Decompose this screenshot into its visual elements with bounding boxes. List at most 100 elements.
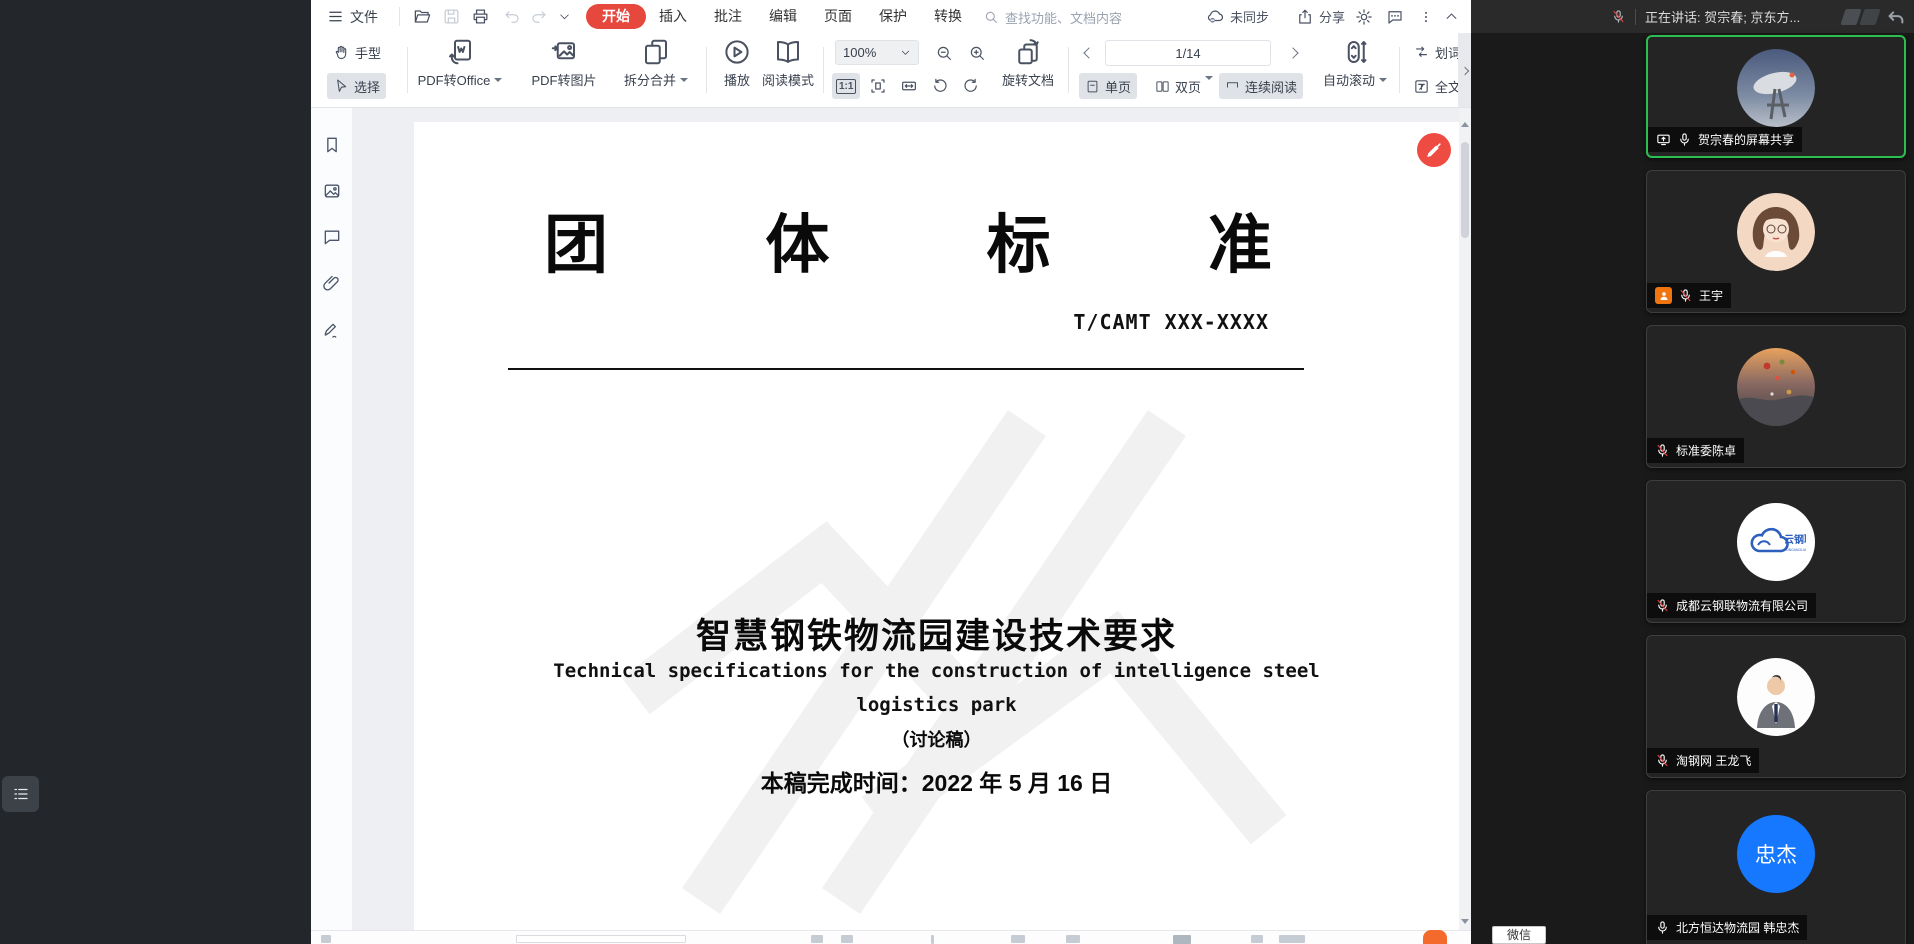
more-button[interactable] — [1419, 0, 1433, 33]
participant-tile[interactable]: 王宇 — [1646, 170, 1906, 313]
file-menu[interactable]: 文件 — [327, 0, 378, 33]
settings-button[interactable] — [1355, 0, 1373, 33]
single-page-button[interactable]: 单页 — [1079, 73, 1137, 99]
status-icon[interactable] — [1251, 935, 1263, 943]
zoom-out-button[interactable] — [929, 40, 959, 66]
one-to-one-label: 1:1 — [836, 79, 856, 94]
edit-restricted-badge[interactable] — [1417, 133, 1451, 167]
member-badge-icon — [1655, 287, 1672, 304]
participant-tile[interactable]: 忠杰 北方恒达物流园 韩忠杰 — [1646, 790, 1906, 944]
rotate-document-icon — [1013, 37, 1043, 67]
split-merge-button[interactable]: 拆分合并 — [614, 37, 698, 89]
status-icon[interactable] — [931, 935, 934, 944]
heading-char: 体 — [765, 194, 829, 286]
comments-panel-button[interactable] — [322, 227, 342, 252]
tab-convert[interactable]: 转换 — [924, 4, 972, 29]
standard-code: T/CAMT XXX-XXXX — [1073, 310, 1269, 334]
dropdown-caret — [1379, 78, 1387, 82]
zoom-level-select[interactable]: 100% — [835, 40, 919, 65]
tab-page[interactable]: 页面 — [814, 4, 862, 29]
split-merge-icon — [641, 37, 671, 67]
play-label: 播放 — [724, 70, 750, 89]
participant-tile[interactable]: 云钢联 YUNGANGLIAN 成都云钢联物流有限公司 — [1646, 480, 1906, 623]
participant-tile[interactable]: 贺宗春的屏幕共享 — [1646, 35, 1906, 158]
tab-insert[interactable]: 插入 — [649, 4, 697, 29]
status-icon[interactable] — [1173, 935, 1191, 944]
mic-muted-icon — [1655, 598, 1670, 613]
next-page-button[interactable] — [1283, 40, 1303, 66]
tab-edit[interactable]: 编辑 — [759, 4, 807, 29]
wechat-tooltip[interactable]: 微信 — [1492, 926, 1546, 944]
heading-char: 准 — [1208, 194, 1272, 286]
document-title-cn: 智慧钢铁物流园建设技术要求 — [414, 608, 1459, 659]
status-input[interactable] — [516, 935, 686, 943]
speaking-banner-text: 正在讲话: 贺宗春; 京东方... — [1645, 7, 1800, 26]
status-icon[interactable] — [841, 935, 853, 943]
sync-status[interactable]: 未同步 — [1206, 0, 1269, 33]
share-button[interactable]: 分享 — [1296, 0, 1345, 33]
status-icon[interactable] — [1011, 935, 1025, 943]
page-indicator-input[interactable]: 1/14 — [1105, 40, 1271, 66]
auto-scroll-button[interactable]: 自动滚动 — [1319, 37, 1391, 89]
back-arrow-icon[interactable] — [1884, 6, 1906, 28]
taskbar-app-icon[interactable] — [1423, 930, 1447, 944]
double-page-button[interactable]: 双页 — [1149, 73, 1219, 99]
avatar: 忠杰 — [1737, 815, 1815, 893]
collapse-ribbon-button[interactable] — [1444, 0, 1459, 33]
scroll-up-arrow[interactable] — [1461, 122, 1469, 127]
dropdown-caret — [680, 78, 688, 82]
print-button[interactable] — [471, 0, 490, 33]
continuous-read-button[interactable]: 连续阅读 — [1219, 73, 1303, 99]
document-page[interactable]: 团 体 标 准 T/CAMT XXX-XXXX 智慧钢铁物流园建设技术要求 Te… — [414, 122, 1459, 930]
divider — [1635, 9, 1636, 25]
speaking-banner: 正在讲话: 贺宗春; 京东方... — [1471, 0, 1914, 33]
open-file-button[interactable] — [413, 0, 432, 33]
illustrated-woman-avatar — [1737, 193, 1815, 271]
scroll-down-arrow[interactable] — [1461, 919, 1469, 924]
thumbnails-panel-button[interactable] — [322, 181, 342, 206]
tab-home[interactable]: 开始 — [586, 4, 646, 29]
balloons-landscape-avatar — [1737, 348, 1815, 426]
search-input[interactable]: 查找功能、文档内容 — [983, 5, 1233, 29]
signature-panel-button[interactable] — [322, 320, 342, 345]
attachments-panel-button[interactable] — [322, 273, 342, 298]
participant-tile[interactable]: 标准委陈卓 — [1646, 325, 1906, 468]
pdf-to-office-button[interactable]: PDF转Office — [410, 37, 510, 89]
rotate-left-button[interactable] — [925, 73, 955, 99]
save-button[interactable] — [442, 0, 461, 33]
chevron-down-icon — [558, 10, 571, 23]
rotate-document-button[interactable]: 旋转文档 — [997, 37, 1059, 89]
undo-button[interactable] — [503, 0, 521, 33]
fit-width-button[interactable] — [894, 73, 924, 99]
participant-name-label: 淘钢网 王龙飞 — [1647, 748, 1759, 773]
status-icon[interactable] — [1066, 935, 1080, 943]
customize-toolbar-button[interactable] — [558, 0, 571, 33]
tab-protect[interactable]: 保护 — [869, 4, 917, 29]
gear-icon — [1355, 8, 1373, 26]
select-tool-button[interactable]: 选择 — [327, 73, 386, 99]
ribbon-expand-strip[interactable] — [1458, 33, 1471, 108]
bookmark-icon — [322, 135, 342, 155]
status-icon[interactable] — [321, 935, 331, 943]
vertical-scrollbar[interactable] — [1459, 108, 1471, 930]
zoom-in-button[interactable] — [962, 40, 992, 66]
hand-tool-button[interactable]: 手型 — [327, 39, 387, 65]
status-icon[interactable] — [1279, 935, 1305, 943]
pdf-to-image-button[interactable]: PDF转图片 — [519, 37, 609, 89]
actual-size-button[interactable]: 1:1 — [832, 73, 860, 99]
participant-name: 淘钢网 王龙飞 — [1676, 752, 1751, 769]
desktop-list-launcher[interactable] — [2, 776, 39, 812]
participant-name: 贺宗春的屏幕共享 — [1698, 131, 1794, 148]
redo-button[interactable] — [530, 0, 548, 33]
feedback-button[interactable] — [1386, 0, 1404, 33]
read-mode-button[interactable]: 阅读模式 — [749, 37, 827, 89]
scrollbar-thumb[interactable] — [1461, 142, 1469, 238]
divider — [1068, 47, 1069, 93]
status-icon[interactable] — [811, 935, 823, 943]
tab-annotate[interactable]: 批注 — [704, 4, 752, 29]
fit-page-button[interactable] — [863, 73, 893, 99]
bookmarks-panel-button[interactable] — [322, 135, 342, 160]
participant-tile[interactable]: 淘钢网 王龙飞 — [1646, 635, 1906, 778]
prev-page-button[interactable] — [1079, 40, 1099, 66]
rotate-right-button[interactable] — [956, 73, 986, 99]
